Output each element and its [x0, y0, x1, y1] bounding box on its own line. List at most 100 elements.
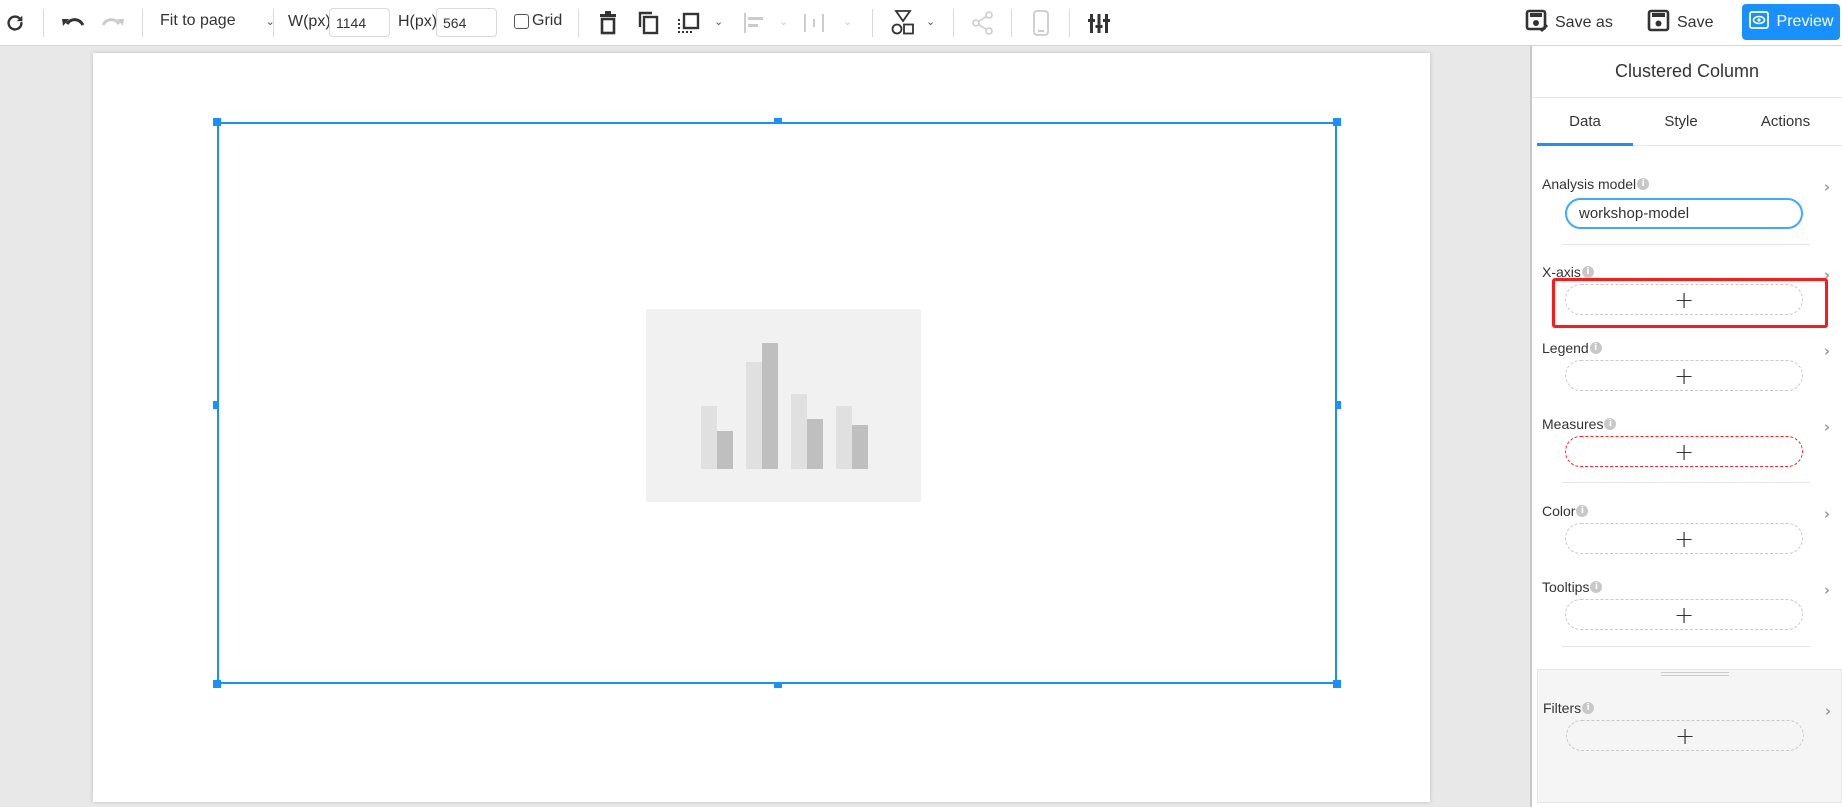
align-dropdown-chevron[interactable]: ⌄: [779, 15, 788, 28]
panel-title: Clustered Column: [1532, 46, 1842, 98]
analysis-model-section: Analysis model i › workshop-model: [1542, 176, 1832, 236]
zoom-select-value: Fit to page: [160, 12, 236, 29]
section-divider: [1562, 646, 1810, 647]
height-label: H(px): [398, 13, 438, 30]
distribute-dropdown-chevron[interactable]: ⌄: [843, 15, 852, 28]
share-icon[interactable]: [972, 8, 994, 38]
resize-handle-top[interactable]: [774, 118, 782, 122]
resize-handle-bottom[interactable]: [774, 684, 782, 688]
expand-arrow-icon[interactable]: ›: [1825, 702, 1831, 720]
plus-icon: +: [1673, 437, 1695, 466]
tooltips-drop-zone[interactable]: +: [1565, 599, 1803, 630]
legend-label: Legend: [1542, 340, 1589, 356]
redo-icon[interactable]: [100, 8, 126, 38]
tab-style[interactable]: Style: [1633, 98, 1729, 144]
section-divider: [1562, 482, 1810, 483]
placeholder-bar: [852, 425, 868, 469]
resize-handle-bottom-left[interactable]: [213, 680, 221, 688]
grid-toggle[interactable]: Grid: [514, 12, 562, 30]
info-icon[interactable]: i: [1604, 418, 1617, 430]
shapes-dropdown-chevron[interactable]: ⌄: [926, 15, 935, 28]
section-divider: [1562, 244, 1810, 245]
zoom-select[interactable]: Fit to page ⌄: [160, 12, 275, 30]
info-icon[interactable]: i: [1637, 178, 1650, 190]
resize-handle-right[interactable]: [1337, 401, 1341, 409]
measures-label: Measures: [1542, 416, 1604, 432]
expand-arrow-icon[interactable]: ›: [1824, 505, 1830, 523]
resize-handle-bottom-right[interactable]: [1333, 680, 1341, 688]
width-input[interactable]: [329, 8, 390, 37]
resize-handle-left[interactable]: [213, 401, 217, 409]
toolbar-divider: [273, 9, 274, 37]
panel-tabs: Data Style Actions: [1537, 98, 1842, 146]
height-input[interactable]: [436, 8, 497, 37]
analysis-model-input[interactable]: workshop-model: [1565, 198, 1803, 229]
filters-drop-zone[interactable]: +: [1566, 720, 1804, 751]
save-label: Save: [1677, 14, 1714, 31]
save-icon: [1647, 9, 1671, 38]
preview-button[interactable]: Preview: [1742, 4, 1840, 40]
placeholder-bar: [807, 419, 823, 469]
toolbar-divider: [142, 9, 143, 37]
resize-handle-top-right[interactable]: [1333, 118, 1341, 126]
width-label: W(px): [288, 13, 331, 30]
legend-drop-zone[interactable]: +: [1565, 360, 1803, 391]
toolbar-divider: [872, 9, 873, 37]
pane-resize-handle[interactable]: [1661, 672, 1729, 676]
toolbar-divider: [953, 9, 954, 37]
x-axis-drop-zone[interactable]: +: [1565, 284, 1803, 315]
settings-sliders-icon[interactable]: [1088, 8, 1110, 38]
resize-handle-top-left[interactable]: [213, 118, 221, 126]
placeholder-bar: [717, 431, 733, 469]
canvas-area: [0, 46, 1530, 807]
delete-icon[interactable]: [598, 8, 618, 38]
info-icon[interactable]: i: [1576, 505, 1589, 517]
info-icon[interactable]: i: [1589, 342, 1602, 354]
expand-arrow-icon[interactable]: ›: [1824, 178, 1830, 196]
distribute-icon[interactable]: [803, 8, 825, 38]
toolbar-divider: [43, 9, 44, 37]
refresh-icon[interactable]: [4, 8, 26, 38]
grid-label: Grid: [532, 12, 563, 29]
toolbar-divider: [1011, 9, 1012, 37]
info-icon[interactable]: i: [1581, 266, 1594, 278]
tooltips-label: Tooltips: [1542, 579, 1590, 595]
copy-icon[interactable]: [638, 8, 660, 38]
placeholder-bar: [701, 406, 717, 469]
toolbar-divider: [578, 9, 579, 37]
tab-actions[interactable]: Actions: [1729, 98, 1842, 144]
layer-dropdown-chevron[interactable]: ⌄: [714, 15, 723, 28]
report-page[interactable]: [93, 53, 1430, 802]
layer-icon[interactable]: [677, 8, 701, 38]
plus-icon: +: [1673, 600, 1695, 629]
save-as-button[interactable]: Save as: [1525, 8, 1613, 38]
placeholder-bar: [791, 394, 807, 469]
save-button[interactable]: Save: [1647, 8, 1713, 38]
legend-section: Legend i › +: [1542, 340, 1832, 400]
undo-icon[interactable]: [60, 8, 86, 38]
toolbar-divider: [1069, 9, 1070, 37]
info-icon[interactable]: i: [1582, 702, 1595, 714]
shapes-icon[interactable]: [891, 8, 915, 38]
save-as-icon: [1525, 9, 1549, 38]
info-icon[interactable]: i: [1590, 581, 1603, 593]
align-left-icon[interactable]: [743, 8, 765, 38]
expand-arrow-icon[interactable]: ›: [1824, 266, 1830, 284]
selected-widget-frame[interactable]: [213, 118, 1341, 688]
plus-icon: +: [1673, 361, 1695, 390]
color-drop-zone[interactable]: +: [1565, 523, 1803, 554]
expand-arrow-icon[interactable]: ›: [1824, 581, 1830, 599]
tooltips-section: Tooltips i › +: [1542, 579, 1832, 639]
tab-data[interactable]: Data: [1537, 98, 1633, 146]
placeholder-bar: [762, 343, 778, 469]
expand-arrow-icon[interactable]: ›: [1824, 342, 1830, 360]
grid-checkbox[interactable]: [514, 13, 529, 29]
color-section: Color i › +: [1542, 503, 1832, 563]
measures-drop-zone[interactable]: +: [1565, 436, 1803, 467]
chart-placeholder: [646, 309, 921, 502]
toolbar: Fit to page ⌄ W(px) H(px) Grid ⌄ ⌄ ⌄ ⌄: [0, 0, 1842, 46]
mobile-icon[interactable]: [1032, 8, 1050, 38]
save-as-label: Save as: [1555, 14, 1613, 31]
x-axis-section: X-axis i › +: [1542, 264, 1832, 324]
expand-arrow-icon[interactable]: ›: [1824, 418, 1830, 436]
